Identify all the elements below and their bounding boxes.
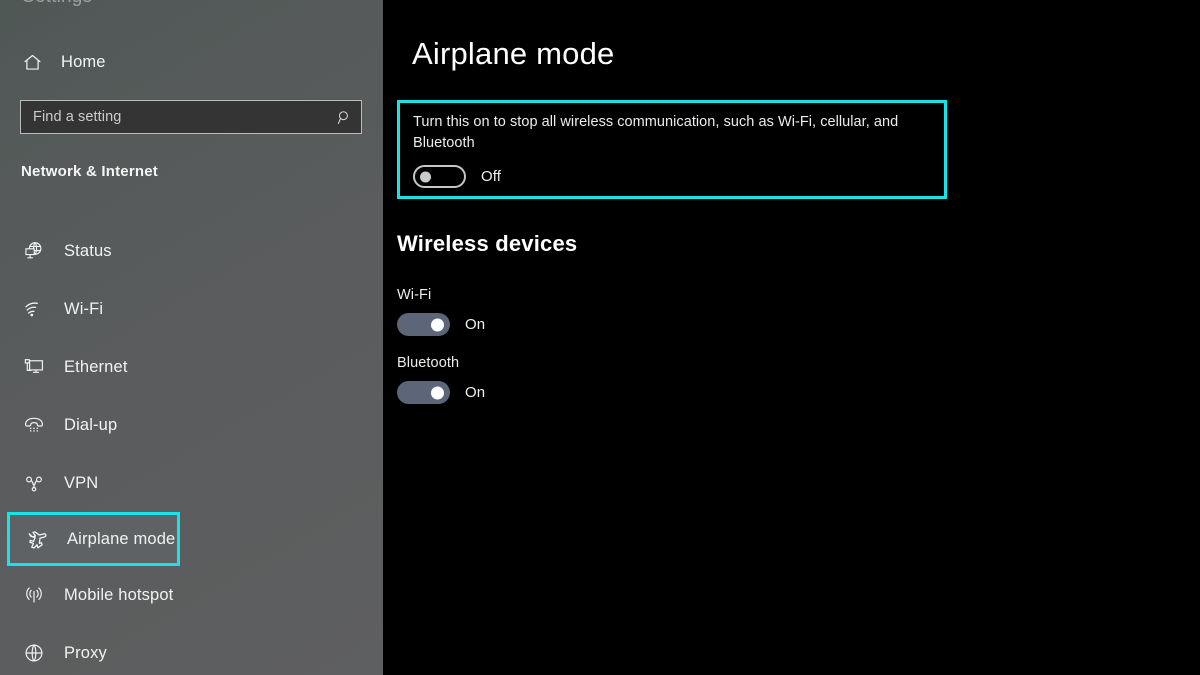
sidebar-item-label-airplane-mode: Airplane mode	[67, 529, 176, 548]
home-icon	[22, 52, 43, 73]
sidebar-item-proxy[interactable]: Proxy	[0, 624, 383, 675]
sidebar-item-status[interactable]: Status	[0, 222, 383, 280]
sidebar-item-mobile-hotspot[interactable]: Mobile hotspot	[0, 566, 383, 624]
sidebar-item-ethernet[interactable]: Ethernet	[0, 338, 383, 396]
sidebar-nav-list: Status Wi-Fi Ethernet Dial-up VPN Airpla…	[0, 222, 383, 675]
wifi-toggle[interactable]	[397, 313, 450, 336]
settings-window: Settings Home Network & Internet	[0, 0, 1200, 675]
airplane-mode-callout-panel: Turn this on to stop all wireless commun…	[397, 100, 947, 199]
wireless-devices-heading: Wireless devices	[397, 231, 578, 256]
wireless-device-label-wifi: Wi-Fi	[397, 287, 432, 303]
vpn-icon	[22, 471, 46, 495]
dialup-phone-icon	[22, 413, 46, 437]
sidebar-category-header: Network & Internet	[21, 163, 158, 180]
settings-main-content: Airplane mode Turn this on to stop all w…	[383, 0, 1200, 675]
wifi-toggle-row: On	[397, 313, 817, 336]
toggle-knob	[431, 318, 444, 331]
sidebar-item-home[interactable]: Home	[10, 44, 200, 80]
wireless-device-wifi: Wi-Fi On	[397, 287, 817, 336]
wireless-device-bluetooth: Bluetooth On	[397, 355, 817, 404]
sidebar-item-label-proxy: Proxy	[64, 643, 107, 662]
airplane-mode-toggle-row: Off	[413, 165, 932, 188]
airplane-icon	[25, 527, 49, 551]
sidebar-item-label-vpn: VPN	[64, 473, 99, 492]
sidebar-item-airplane-mode[interactable]: Airplane mode	[7, 512, 180, 566]
window-title-clipped: Settings	[22, 0, 92, 8]
page-title: Airplane mode	[412, 36, 615, 71]
search-box[interactable]	[20, 100, 362, 134]
proxy-globe-icon	[22, 641, 46, 665]
mobile-hotspot-icon	[22, 583, 46, 607]
wifi-icon	[22, 297, 46, 321]
sidebar-item-label-ethernet: Ethernet	[64, 357, 128, 376]
sidebar-item-dialup[interactable]: Dial-up	[0, 396, 383, 454]
sidebar-item-label-mobile-hotspot: Mobile hotspot	[64, 585, 174, 604]
airplane-mode-toggle[interactable]	[413, 165, 466, 188]
sidebar-item-wifi[interactable]: Wi-Fi	[0, 280, 383, 338]
sidebar-item-vpn[interactable]: VPN	[0, 454, 383, 512]
sidebar-item-label-wifi: Wi-Fi	[64, 299, 104, 318]
airplane-mode-description: Turn this on to stop all wireless commun…	[413, 114, 899, 151]
wireless-device-label-bluetooth: Bluetooth	[397, 355, 460, 371]
toggle-knob	[420, 171, 431, 182]
bluetooth-toggle-state: On	[465, 384, 486, 401]
ethernet-icon	[22, 355, 46, 379]
toggle-knob	[431, 386, 444, 399]
settings-sidebar: Settings Home Network & Internet	[0, 0, 383, 675]
bluetooth-toggle-row: On	[397, 381, 817, 404]
wifi-toggle-state: On	[465, 316, 486, 333]
search-input[interactable]	[33, 109, 336, 125]
sidebar-item-label-home: Home	[61, 52, 106, 71]
sidebar-item-label-status: Status	[64, 241, 112, 260]
wireless-devices-list: Wi-Fi On Bluetooth On	[397, 287, 817, 423]
sidebar-item-label-dialup: Dial-up	[64, 415, 118, 434]
bluetooth-toggle[interactable]	[397, 381, 450, 404]
airplane-mode-toggle-state: Off	[481, 168, 502, 185]
search-icon[interactable]	[336, 109, 353, 126]
status-globe-icon	[22, 239, 46, 263]
